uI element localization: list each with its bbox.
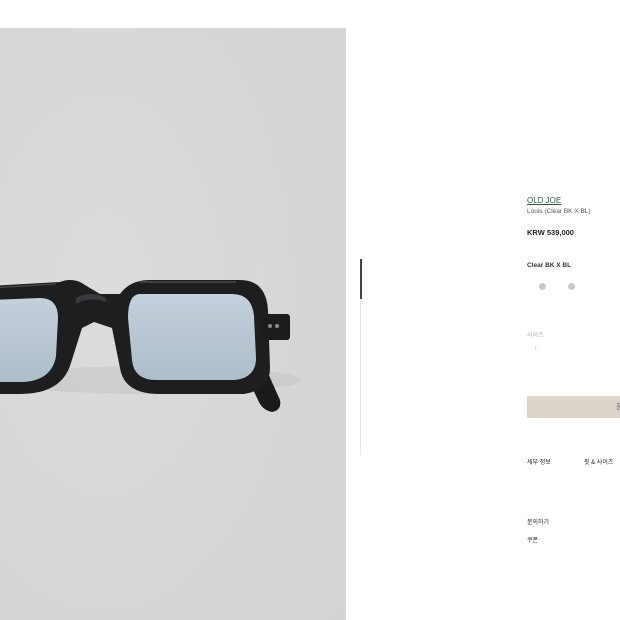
brand-link[interactable]: OLD JOE [527, 196, 561, 205]
product-name: Louis (Clear BK X BL) [527, 208, 591, 215]
tab-details[interactable]: 세부 정보 [527, 457, 551, 466]
product-price: KRW 539,000 [527, 228, 574, 237]
product-image [0, 28, 346, 620]
size-label: 사이즈 [527, 333, 544, 339]
color-label: Clear BK X BL [527, 262, 572, 269]
add-to-cart-button[interactable]: 장 [527, 396, 620, 418]
coupon-link[interactable]: 쿠폰 [527, 535, 538, 544]
tab-fit-size[interactable]: 핏 & 사이즈 [584, 457, 613, 466]
product-info-panel: OLD JOE Louis (Clear BK X BL) KRW 539,00… [527, 0, 620, 620]
sunglasses-image [0, 28, 346, 620]
color-swatch[interactable] [539, 283, 546, 290]
size-option[interactable]: I [535, 346, 537, 352]
inquiry-link[interactable]: 문의하기 [527, 517, 549, 526]
gallery-scroll-thumb[interactable] [360, 259, 362, 299]
color-swatch[interactable] [568, 283, 575, 290]
add-to-cart-label: 장 [616, 404, 620, 411]
